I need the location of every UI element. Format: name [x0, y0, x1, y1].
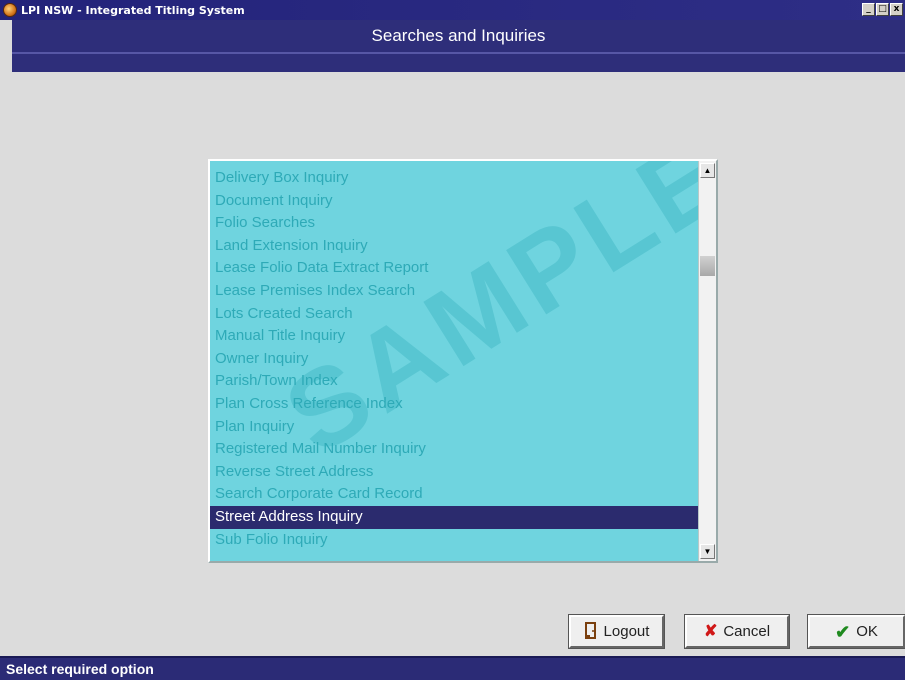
list-item[interactable]: Owner Inquiry — [210, 348, 700, 371]
list-item[interactable]: Lease Folio Data Extract Report — [210, 257, 700, 280]
list-item[interactable]: Land Extension Inquiry — [210, 235, 700, 258]
list-item[interactable]: Folio Searches — [210, 212, 700, 235]
door-exit-icon — [584, 621, 598, 643]
logout-label: Logout — [603, 623, 650, 640]
list-item[interactable]: Lease Premises Index Search — [210, 280, 700, 303]
list-item[interactable]: Street Address Inquiry — [210, 505, 700, 529]
minimize-button[interactable]: _ — [862, 3, 875, 16]
inquiry-list: Delivery Box Inquiry Document Inquiry Foli… — [210, 167, 700, 551]
scroll-up-button[interactable]: ▲ — [700, 163, 715, 178]
list-item[interactable]: Plan Inquiry — [210, 416, 700, 439]
list-item[interactable]: Delivery Box Inquiry — [210, 167, 700, 190]
ok-button[interactable]: ✔ OK — [807, 614, 905, 649]
app-icon — [3, 3, 17, 17]
page-title: Searches and Inquiries — [371, 26, 546, 45]
page-header: Searches and Inquiries — [12, 20, 905, 72]
list-item[interactable]: Document Inquiry — [210, 190, 700, 213]
list-item[interactable]: Search Corporate Card Record — [210, 483, 700, 506]
checkmark-icon: ✔ — [835, 621, 851, 642]
list-item[interactable]: Parish/Town Index — [210, 370, 700, 393]
cancel-button[interactable]: ✘ Cancel — [684, 614, 790, 649]
ok-label: OK — [856, 623, 878, 640]
list-item[interactable]: Registered Mail Number Inquiry — [210, 438, 700, 461]
cancel-label: Cancel — [723, 623, 771, 640]
list-item[interactable]: Sub Folio Inquiry — [210, 529, 700, 552]
scroll-down-button[interactable]: ▼ — [700, 544, 715, 559]
list-scrollbar[interactable]: ▲ ▼ — [698, 161, 716, 561]
window-title: LPI NSW - Integrated Titling System — [21, 3, 245, 17]
scroll-thumb[interactable] — [700, 256, 715, 276]
status-text: Select required option — [6, 661, 154, 677]
list-item[interactable]: Manual Title Inquiry — [210, 325, 700, 348]
list-item[interactable]: Lots Created Search — [210, 303, 700, 326]
inquiry-listbox[interactable]: SAMPLE Delivery Box Inquiry Document Inqu… — [208, 159, 718, 563]
window-controls: _ □ x — [862, 3, 903, 16]
x-icon: ✘ — [703, 622, 718, 640]
window-titlebar[interactable]: LPI NSW - Integrated Titling System _ □ … — [0, 0, 905, 20]
list-item[interactable]: Plan Cross Reference Index — [210, 393, 700, 416]
list-item[interactable]: Reverse Street Address — [210, 461, 700, 484]
close-button[interactable]: x — [890, 3, 903, 16]
maximize-button[interactable]: □ — [876, 3, 889, 16]
logout-button[interactable]: Logout — [568, 614, 665, 649]
header-divider — [12, 52, 905, 54]
status-bar: Select required option — [0, 656, 905, 680]
